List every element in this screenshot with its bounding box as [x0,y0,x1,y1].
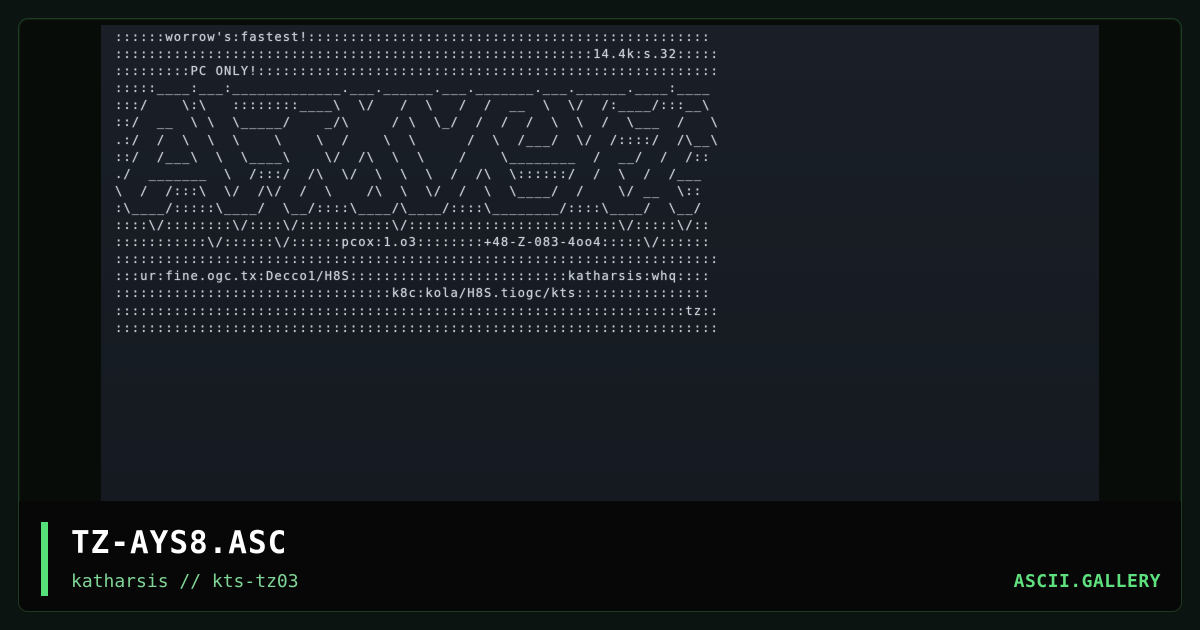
ascii-artwork: ::::::worrow's:fastest!:::::::::::::::::… [101,25,1099,501]
site-brand[interactable]: ASCII.GALLERY [1014,571,1161,592]
card-footer: TZ-AYS8.ASC katharsis // kts-tz03 ASCII.… [19,501,1181,611]
ascii-art-text: ::::::worrow's:fastest!:::::::::::::::::… [115,30,719,335]
artwork-title: TZ-AYS8.ASC [71,525,288,561]
gallery-card: ::::::worrow's:fastest!:::::::::::::::::… [18,18,1182,612]
accent-bar [41,522,48,596]
artwork-credit: katharsis // kts-tz03 [71,571,299,592]
